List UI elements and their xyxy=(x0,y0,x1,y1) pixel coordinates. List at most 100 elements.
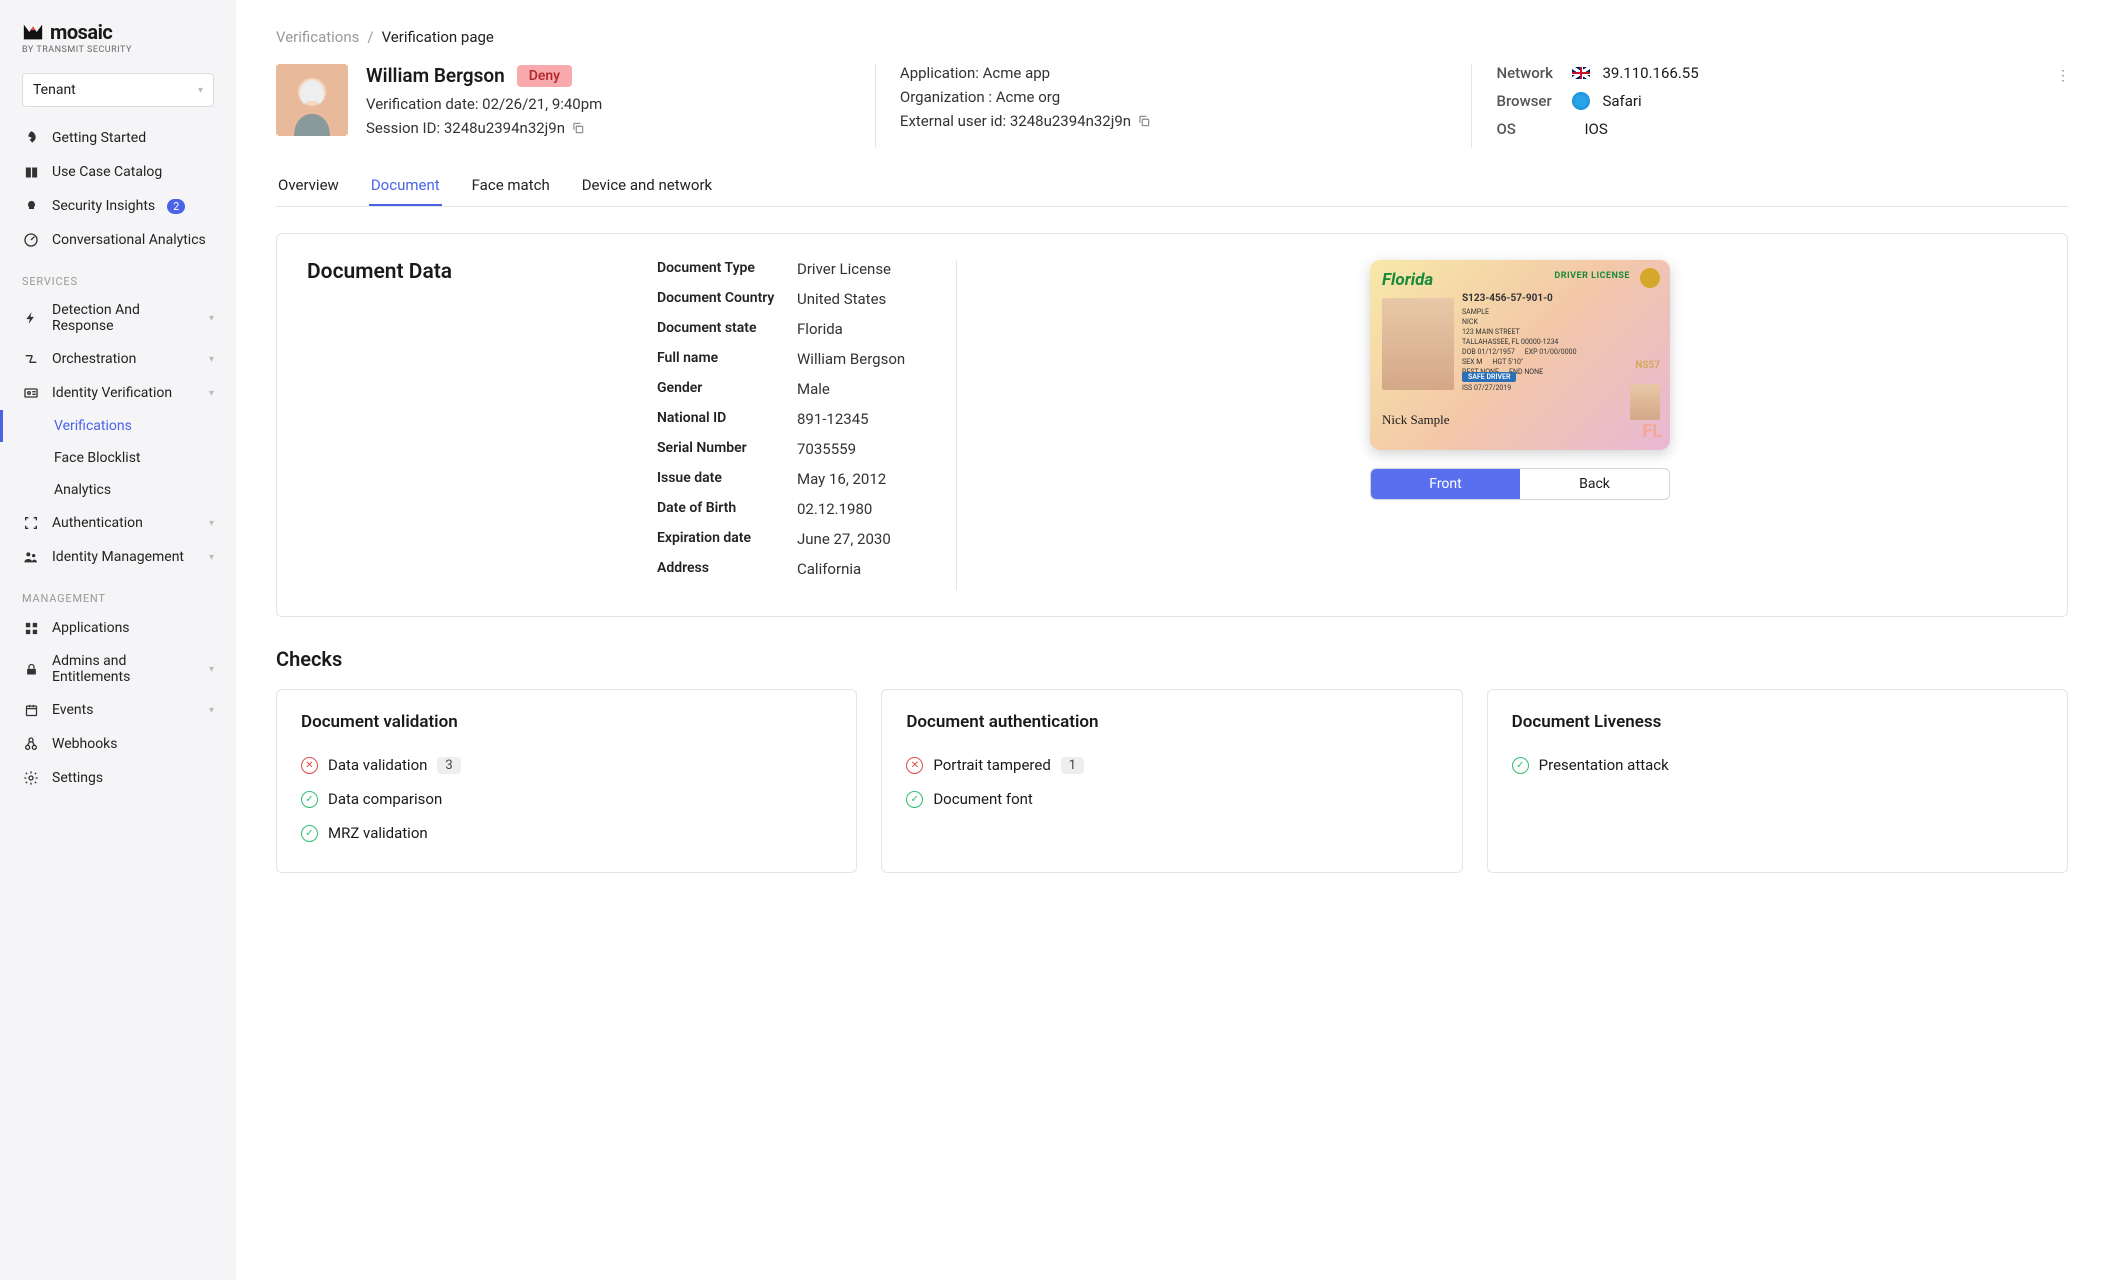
document-field-row: Issue dateMay 16, 2012 xyxy=(657,470,926,488)
nav-security-insights[interactable]: Security Insights 2 xyxy=(0,189,236,223)
toggle-front[interactable]: Front xyxy=(1371,469,1520,499)
check-row[interactable]: ✓MRZ validation xyxy=(301,816,832,850)
logo-byline: BY TRANSMIT SECURITY xyxy=(22,45,214,55)
document-data-title: Document Data xyxy=(307,260,637,284)
field-value: 02.12.1980 xyxy=(797,500,872,518)
sidebar: mosaic BY TRANSMIT SECURITY Tenant ▾ Get… xyxy=(0,0,236,1280)
webhook-icon xyxy=(22,735,40,753)
nav-label: Use Case Catalog xyxy=(52,164,162,180)
uk-flag-icon xyxy=(1572,67,1590,79)
chevron-down-icon: ▾ xyxy=(209,664,214,675)
field-value: 7035559 xyxy=(797,440,856,458)
field-value: 891-12345 xyxy=(797,410,869,428)
field-value: Driver License xyxy=(797,260,891,278)
nav-face-blocklist[interactable]: Face Blocklist xyxy=(0,442,236,474)
bulb-icon xyxy=(22,197,40,215)
copy-icon[interactable] xyxy=(1137,114,1151,128)
field-value: California xyxy=(797,560,861,578)
field-key: Address xyxy=(657,560,797,578)
check-row[interactable]: ✓Document font xyxy=(906,782,1437,816)
badge-count: 2 xyxy=(167,199,185,214)
safe-driver-banner: SAFE DRIVER xyxy=(1462,372,1516,382)
field-key: National ID xyxy=(657,410,797,428)
check-card-title: Document validation xyxy=(301,712,832,732)
ip-address: 39.110.166.55 xyxy=(1602,64,1698,82)
field-value: United States xyxy=(797,290,886,308)
nav-analytics[interactable]: Analytics xyxy=(0,474,236,506)
chevron-down-icon: ▾ xyxy=(198,85,203,96)
nav-conversational-analytics[interactable]: Conversational Analytics xyxy=(0,223,236,257)
document-field-row: Serial Number7035559 xyxy=(657,440,926,458)
os-value: IOS xyxy=(1584,120,1607,138)
check-row[interactable]: ✓Presentation attack xyxy=(1512,748,2043,782)
id-card-icon xyxy=(22,384,40,402)
license-state-abbr: FL xyxy=(1642,421,1662,442)
lock-icon xyxy=(22,660,40,678)
subject-name: William Bergson xyxy=(366,64,505,87)
browser-label: Browser xyxy=(1496,92,1560,110)
check-label: MRZ validation xyxy=(328,824,428,842)
document-field-row: National ID891-12345 xyxy=(657,410,926,428)
section-management: MANAGEMENT xyxy=(0,574,236,611)
nav-admins-entitlements[interactable]: Admins and Entitlements ▾ xyxy=(0,645,236,693)
document-fields: Document TypeDriver LicenseDocument Coun… xyxy=(657,260,957,590)
os-label: OS xyxy=(1496,120,1560,138)
tab-face-match[interactable]: Face match xyxy=(470,166,552,206)
nav-detection-response[interactable]: Detection And Response ▾ xyxy=(0,294,236,342)
field-key: Expiration date xyxy=(657,530,797,548)
copy-icon[interactable] xyxy=(571,121,585,135)
field-key: Document state xyxy=(657,320,797,338)
toggle-back[interactable]: Back xyxy=(1520,469,1669,499)
nav-label: Detection And Response xyxy=(52,302,197,334)
more-actions-button[interactable]: ⋮ xyxy=(2052,64,2074,88)
check-row[interactable]: ✕Data validation3 xyxy=(301,748,832,782)
gauge-icon xyxy=(22,231,40,249)
safari-icon xyxy=(1572,92,1590,110)
nav-authentication[interactable]: Authentication ▾ xyxy=(0,506,236,540)
nav-webhooks[interactable]: Webhooks xyxy=(0,727,236,761)
field-key: Gender xyxy=(657,380,797,398)
tenant-selector[interactable]: Tenant ▾ xyxy=(22,73,214,107)
chevron-down-icon: ▾ xyxy=(209,354,214,365)
nav-label: Security Insights xyxy=(52,198,155,214)
seal-icon xyxy=(1640,268,1660,288)
nav-events[interactable]: Events ▾ xyxy=(0,693,236,727)
nav-identity-management[interactable]: Identity Management ▾ xyxy=(0,540,236,574)
check-row[interactable]: ✕Portrait tampered1 xyxy=(906,748,1437,782)
checks-grid: Document validation ✕Data validation3✓Dat… xyxy=(276,689,2068,873)
tab-device-network[interactable]: Device and network xyxy=(580,166,714,206)
logo-text: mosaic xyxy=(50,20,112,44)
license-signature: Nick Sample xyxy=(1382,412,1450,428)
main-content: Verifications / Verification page Willia… xyxy=(236,0,2108,1280)
tab-document[interactable]: Document xyxy=(369,166,442,206)
front-back-toggle: Front Back xyxy=(1370,468,1670,500)
field-value: June 27, 2030 xyxy=(797,530,891,548)
check-ok-icon: ✓ xyxy=(301,791,318,808)
field-key: Date of Birth xyxy=(657,500,797,518)
nav-applications[interactable]: Applications xyxy=(0,611,236,645)
mosaic-logo-icon xyxy=(22,21,44,43)
nav-getting-started[interactable]: Getting Started xyxy=(0,121,236,155)
nav-settings[interactable]: Settings xyxy=(0,761,236,795)
check-count: 3 xyxy=(437,757,460,774)
chevron-down-icon: ▾ xyxy=(209,388,214,399)
scan-icon xyxy=(22,514,40,532)
check-card-title: Document Liveness xyxy=(1512,712,2043,732)
nav-verifications[interactable]: Verifications xyxy=(0,410,236,442)
session-id: Session ID: 3248u2394n32j9n xyxy=(366,119,565,137)
chevron-down-icon: ▾ xyxy=(209,705,214,716)
nav-use-case-catalog[interactable]: Use Case Catalog xyxy=(0,155,236,189)
nav-orchestration[interactable]: Orchestration ▾ xyxy=(0,342,236,376)
tab-overview[interactable]: Overview xyxy=(276,166,341,206)
field-value: Florida xyxy=(797,320,843,338)
document-field-row: Date of Birth02.12.1980 xyxy=(657,500,926,518)
document-field-row: Document CountryUnited States xyxy=(657,290,926,308)
nav-identity-verification[interactable]: Identity Verification ▾ xyxy=(0,376,236,410)
license-image: Florida DRIVER LICENSE S123-456-57-901-0… xyxy=(1370,260,1670,450)
nav-label: Applications xyxy=(52,620,130,636)
breadcrumb-parent[interactable]: Verifications xyxy=(276,28,359,46)
tabs: Overview Document Face match Device and … xyxy=(276,166,2068,207)
nav-label: Authentication xyxy=(52,515,143,531)
chevron-down-icon: ▾ xyxy=(209,518,214,529)
check-row[interactable]: ✓Data comparison xyxy=(301,782,832,816)
